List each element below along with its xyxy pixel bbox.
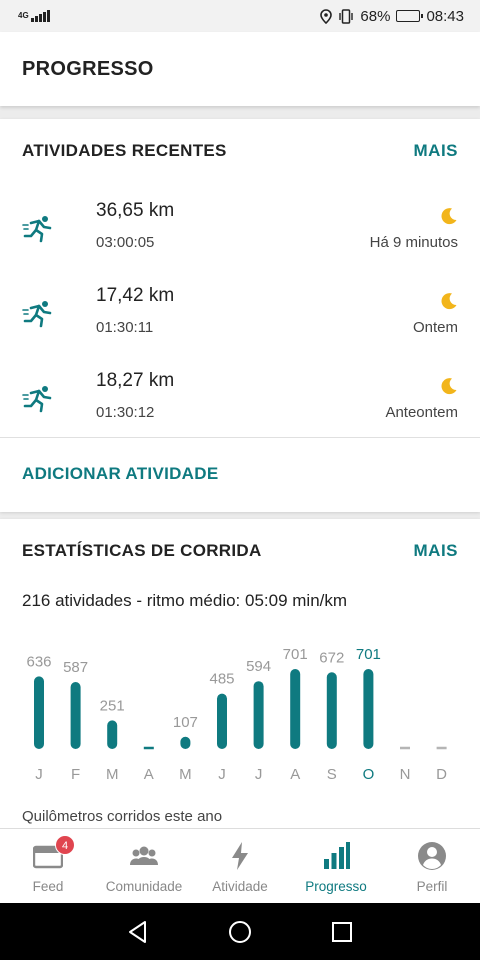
chart-month-label: O [363, 766, 375, 783]
notification-badge: 4 [55, 835, 75, 855]
chart-month-label: J [218, 766, 226, 783]
clock: 08:43 [426, 7, 464, 25]
signal-icon [31, 10, 50, 22]
chart-month-label: N [400, 766, 411, 783]
recent-activities-header: ATIVIDADES RECENTES MAIS [22, 141, 458, 161]
nav-label: Feed [32, 879, 64, 894]
vibrate-icon [339, 8, 354, 24]
nav-item-community[interactable]: Comunidade [96, 829, 192, 903]
nav-item-profile[interactable]: Perfil [384, 829, 480, 903]
chart-month-label: D [436, 766, 447, 783]
status-bar: 4G 68% 08:43 [0, 0, 480, 32]
nav-label: Perfil [416, 879, 448, 894]
divider [0, 437, 480, 438]
activity-distance: 18,27 km [96, 370, 175, 391]
recents-icon[interactable] [329, 919, 355, 945]
moon-icon [441, 293, 457, 310]
nav-label: Comunidade [105, 879, 183, 894]
chart-month-label: S [327, 766, 337, 783]
chart-month-label: F [71, 766, 80, 783]
bar-chart-icon [324, 842, 350, 869]
status-left: 4G [18, 10, 50, 22]
battery-icon [396, 10, 424, 22]
recent-activities-title: ATIVIDADES RECENTES [22, 141, 227, 160]
chart-month-label: J [255, 766, 263, 783]
network-type: 4G [18, 11, 29, 20]
runner-icon [22, 216, 52, 243]
lightning-icon [232, 842, 248, 870]
activity-when: Anteontem [385, 404, 458, 421]
chart-data-label: 594 [246, 658, 271, 675]
community-icon [130, 846, 158, 865]
profile-icon [418, 842, 446, 870]
chart-data-label: 587 [63, 659, 88, 676]
recent-activities-card: ATIVIDADES RECENTES MAIS 36,65 km 03:00:… [0, 119, 480, 512]
status-right: 68% 08:43 [320, 8, 464, 25]
back-icon[interactable] [125, 919, 151, 945]
nav-item-progress[interactable]: Progresso [288, 829, 384, 903]
chart-month-label: M [106, 766, 119, 783]
running-stats-card: ESTATÍSTICAS DE CORRIDA MAIS 216 ativida… [0, 519, 480, 839]
chart-data-label: 672 [319, 649, 344, 666]
chart-data-label: 701 [283, 646, 308, 663]
nav-item-activity[interactable]: Atividade [192, 829, 288, 903]
activity-distance: 17,42 km [96, 285, 175, 306]
stats-title: ESTATÍSTICAS DE CORRIDA [22, 541, 262, 560]
nav-label: Progresso [305, 879, 367, 894]
activity-item[interactable]: 18,27 km 01:30:12 Anteontem [0, 359, 480, 444]
moon-icon [441, 208, 457, 225]
add-activity-button[interactable]: ADICIONAR ATIVIDADE [22, 464, 218, 484]
system-nav-bar [0, 903, 480, 960]
stats-summary: 216 atividades - ritmo médio: 05:09 min/… [22, 591, 348, 610]
activity-distance: 36,65 km [96, 200, 175, 221]
chart-data-label: 701 [356, 646, 381, 663]
activity-duration: 01:30:12 [96, 404, 155, 421]
page-title: PROGRESSO [22, 58, 154, 80]
monthly-distance-chart: 636 J 587 F 251 M A 107 M 485 J 594 J 701 A 672 S 701 O N D [26, 646, 447, 783]
chart-month-label: A [290, 766, 300, 783]
chart-data-label: 485 [209, 671, 234, 688]
runner-icon [22, 301, 52, 328]
activity-when: Há 9 minutos [369, 234, 458, 251]
chart-caption: Quilômetros corridos este ano [22, 808, 223, 825]
runner-icon [22, 386, 52, 413]
activity-item[interactable]: 17,42 km 01:30:11 Ontem [0, 274, 480, 359]
chart-data-label: 251 [100, 697, 125, 714]
chart-month-label: M [179, 766, 192, 783]
bottom-nav: 4 Feed Comunidade Atividade Progresso Pe… [0, 828, 480, 903]
activity-item[interactable]: 36,65 km 03:00:05 Há 9 minutos [0, 189, 480, 274]
location-icon [320, 8, 333, 24]
chart-data-label: 107 [173, 714, 198, 731]
nav-item-feed[interactable]: 4 Feed [0, 829, 96, 903]
chart-month-label: A [144, 766, 154, 783]
chart-month-label: J [35, 766, 43, 783]
activity-when: Ontem [412, 319, 458, 336]
activity-duration: 03:00:05 [96, 234, 155, 251]
battery-percent: 68% [360, 7, 391, 25]
nav-label: Atividade [212, 879, 268, 894]
home-icon[interactable] [227, 919, 253, 945]
moon-icon [441, 378, 457, 395]
recent-more-link[interactable]: MAIS [414, 141, 459, 161]
chart-data-label: 636 [26, 653, 51, 670]
activity-duration: 01:30:11 [96, 319, 154, 336]
stats-header: ESTATÍSTICAS DE CORRIDA MAIS [22, 541, 458, 561]
app-header: PROGRESSO [0, 32, 480, 106]
stats-more-link[interactable]: MAIS [414, 541, 459, 561]
